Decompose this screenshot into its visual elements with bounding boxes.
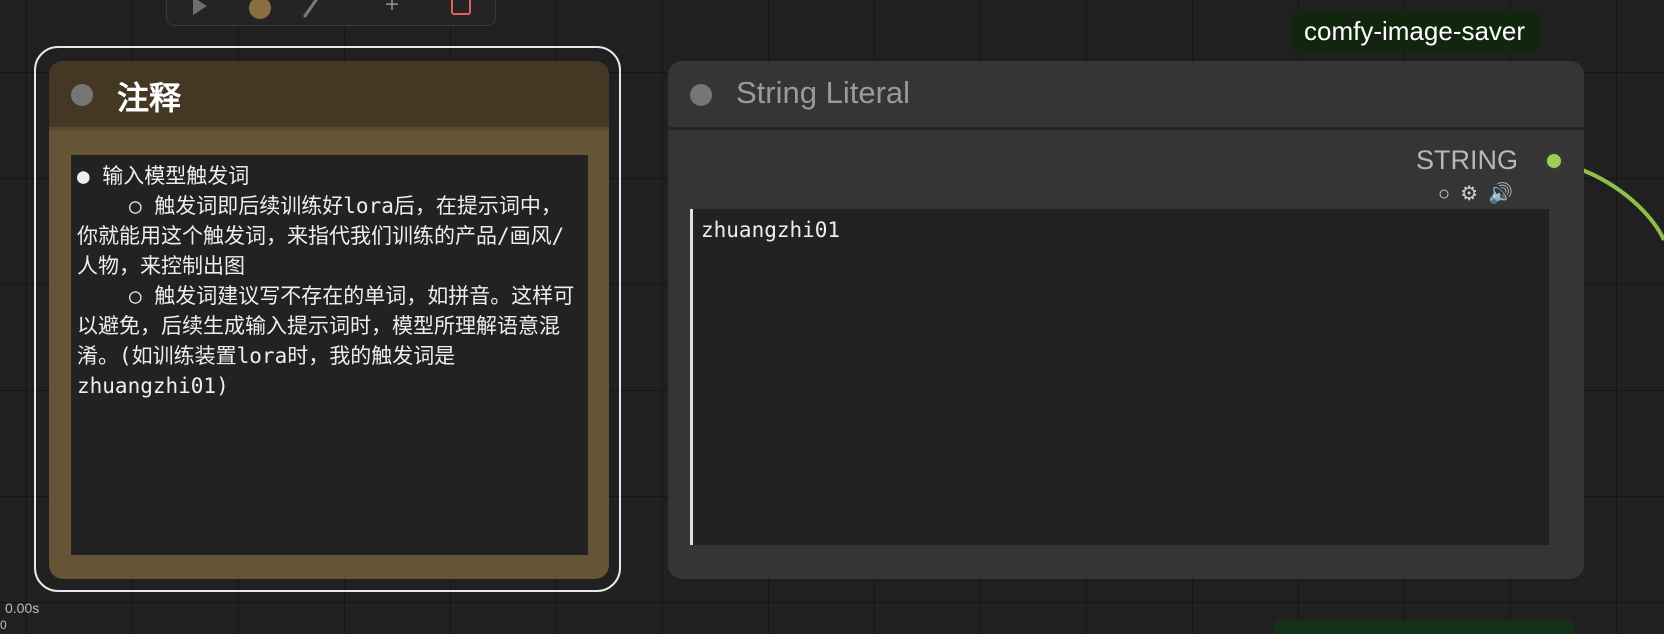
string-literal-title: String Literal [736, 75, 911, 110]
header-divider [668, 127, 1584, 130]
group-edge [1274, 620, 1574, 634]
header-divider [49, 127, 609, 131]
note-line: ○ 触发词即后续训练好lora后，在提示词中，你就能用这个触发词，来指代我们训练… [77, 194, 565, 278]
note-node-header[interactable]: 注释 [49, 61, 609, 129]
string-value-textarea[interactable]: zhuangzhi01 [690, 209, 1549, 545]
collapse-dot-icon[interactable] [690, 84, 712, 106]
widget-icons: ○⚙🔊 [1438, 181, 1523, 206]
output-slot-dot[interactable] [1544, 151, 1564, 171]
note-textarea[interactable]: ● 输入模型触发词 ○ 触发词即后续训练好lora后，在提示词中，你就能用这个触… [71, 155, 588, 555]
string-literal-node[interactable]: String Literal STRING ○⚙🔊 zhuangzhi01 [668, 61, 1584, 579]
note-node-title: 注释 [117, 80, 182, 116]
string-literal-header[interactable]: String Literal [668, 61, 1584, 129]
note-line: ● 输入模型触发词 [77, 164, 250, 188]
note-node[interactable]: 注释 ● 输入模型触发词 ○ 触发词即后续训练好lora后，在提示词中，你就能用… [49, 61, 609, 579]
speaker-icon[interactable]: 🔊 [1488, 183, 1523, 205]
output-label: STRING [1416, 145, 1519, 175]
circle-icon[interactable]: ○ [1438, 183, 1460, 205]
collapse-dot-icon[interactable] [71, 84, 93, 106]
gear-icon[interactable]: ⚙ [1460, 183, 1488, 205]
note-line: ○ 触发词建议写不存在的单词，如拼音。这样可以避免，后续生成输入提示词时，模型所… [77, 284, 575, 398]
execution-timer: 0.00s [5, 600, 40, 616]
